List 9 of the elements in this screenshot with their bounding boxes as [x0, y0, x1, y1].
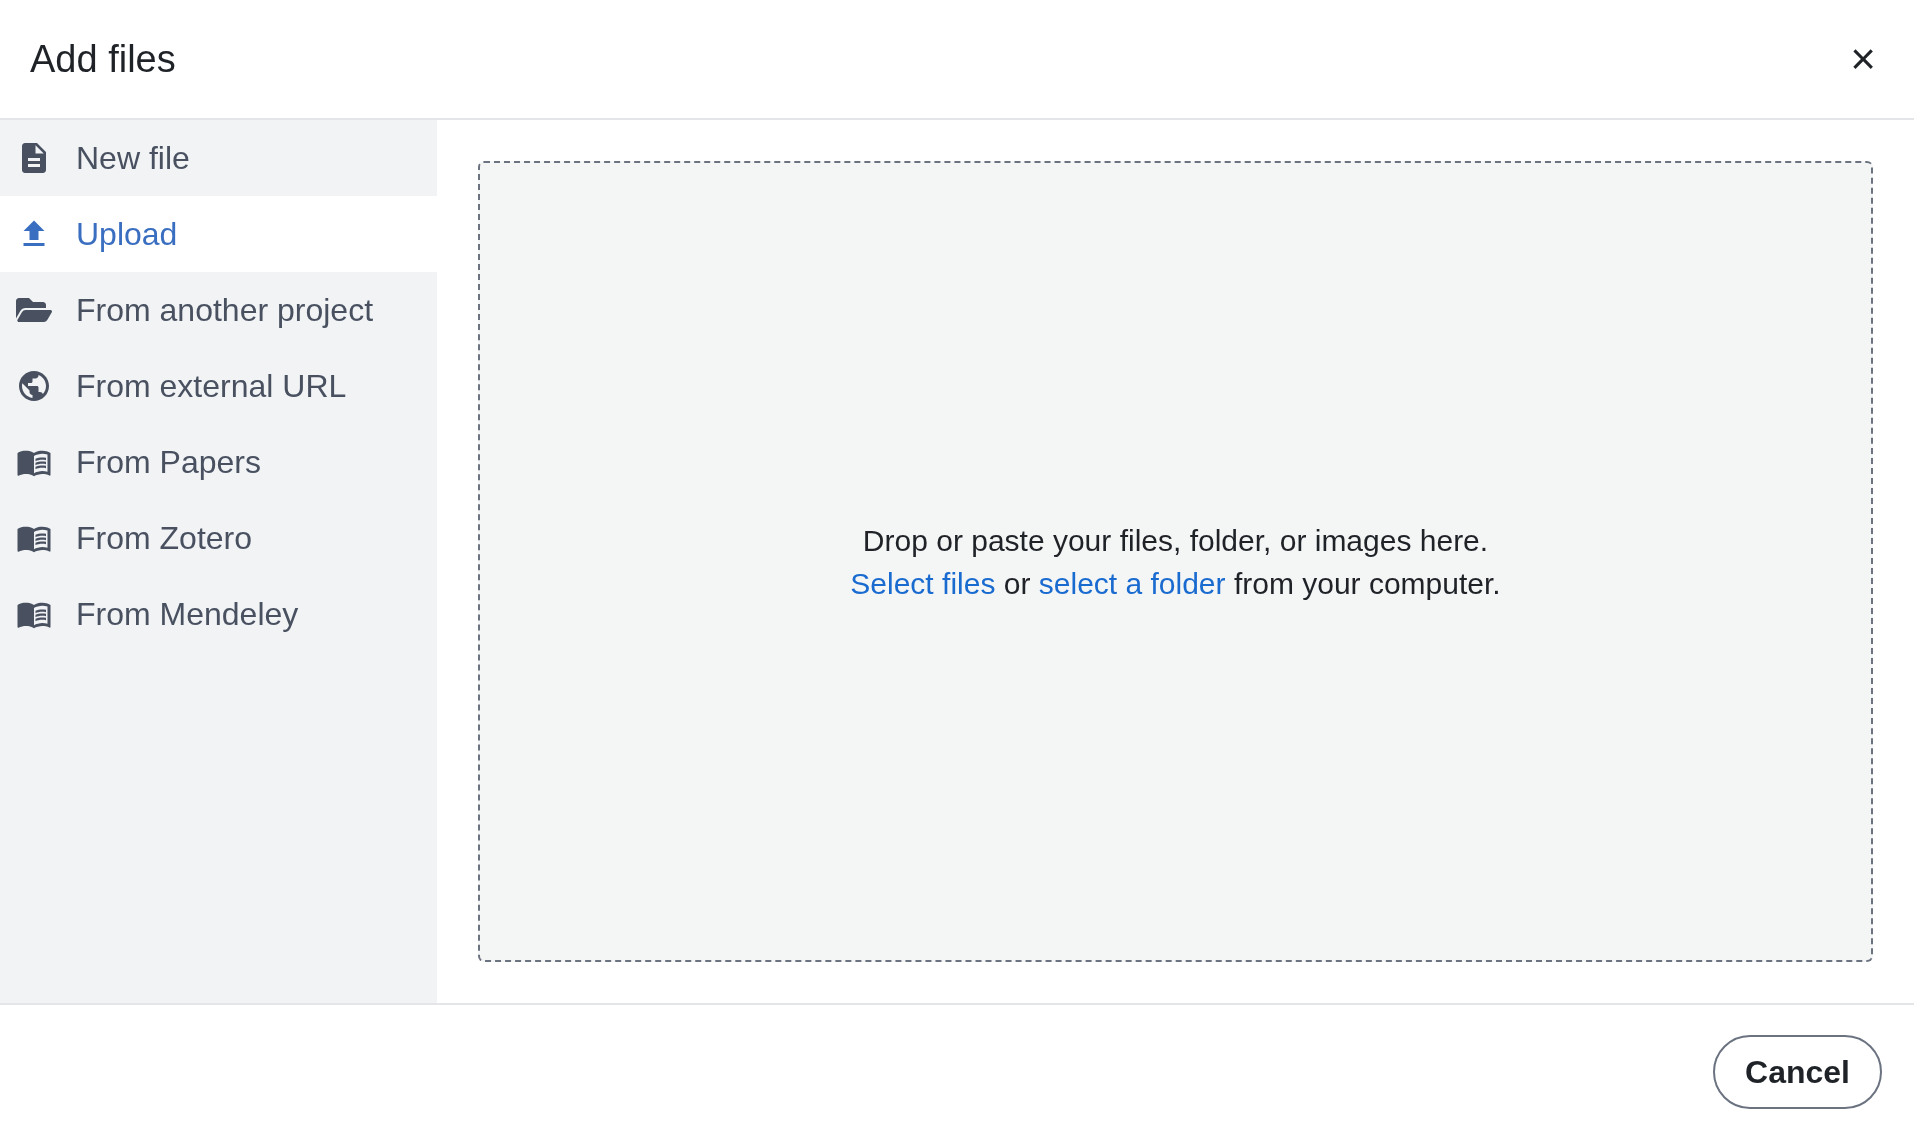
select-folder-link[interactable]: select a folder	[1038, 566, 1226, 600]
select-files-link[interactable]: Select files	[850, 566, 996, 600]
close-button[interactable]: ×	[1842, 37, 1884, 81]
drop-zone[interactable]: Drop or paste your files, folder, or images here. Select files or select a folder from your computer.	[478, 161, 1873, 962]
cancel-button[interactable]: Cancel	[1713, 1034, 1882, 1109]
globe-icon	[16, 368, 52, 404]
drop-instructions: Drop or paste your files, folder, or images here. Select files or select a folder from your computer.	[849, 522, 1502, 602]
dialog-title: Add files	[30, 36, 176, 82]
sidebar-item[interactable]: Upload	[0, 196, 437, 272]
